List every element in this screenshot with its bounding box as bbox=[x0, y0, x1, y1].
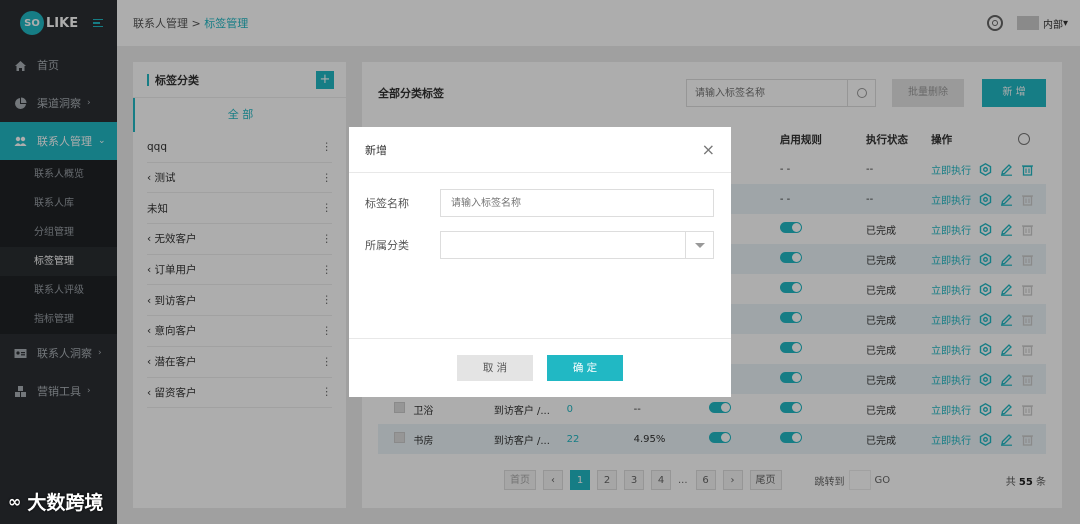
close-icon[interactable]: × bbox=[702, 140, 715, 159]
watermark-text: 大数跨境 bbox=[27, 492, 104, 514]
modal-footer: 取 消 确 定 bbox=[349, 339, 731, 397]
form-row-category: 所属分类 bbox=[365, 231, 715, 259]
modal-title: 新增 bbox=[365, 143, 387, 157]
cancel-button[interactable]: 取 消 bbox=[457, 355, 533, 381]
form-row-name: 标签名称 bbox=[365, 189, 715, 217]
category-select[interactable] bbox=[440, 231, 714, 259]
tag-name-input[interactable] bbox=[440, 189, 714, 217]
watermark-logo-icon: ∞ bbox=[8, 492, 22, 511]
modal-body: 标签名称 所属分类 bbox=[349, 173, 731, 339]
chevron-down-icon[interactable] bbox=[685, 232, 713, 258]
new-tag-modal: 新增 × 标签名称 所属分类 取 消 确 定 bbox=[349, 127, 731, 397]
category-label: 所属分类 bbox=[365, 239, 409, 252]
modal-header: 新增 × bbox=[349, 127, 731, 173]
tag-name-label: 标签名称 bbox=[365, 197, 409, 210]
confirm-button[interactable]: 确 定 bbox=[547, 355, 623, 381]
watermark: ∞ 大数跨境 bbox=[8, 488, 103, 515]
